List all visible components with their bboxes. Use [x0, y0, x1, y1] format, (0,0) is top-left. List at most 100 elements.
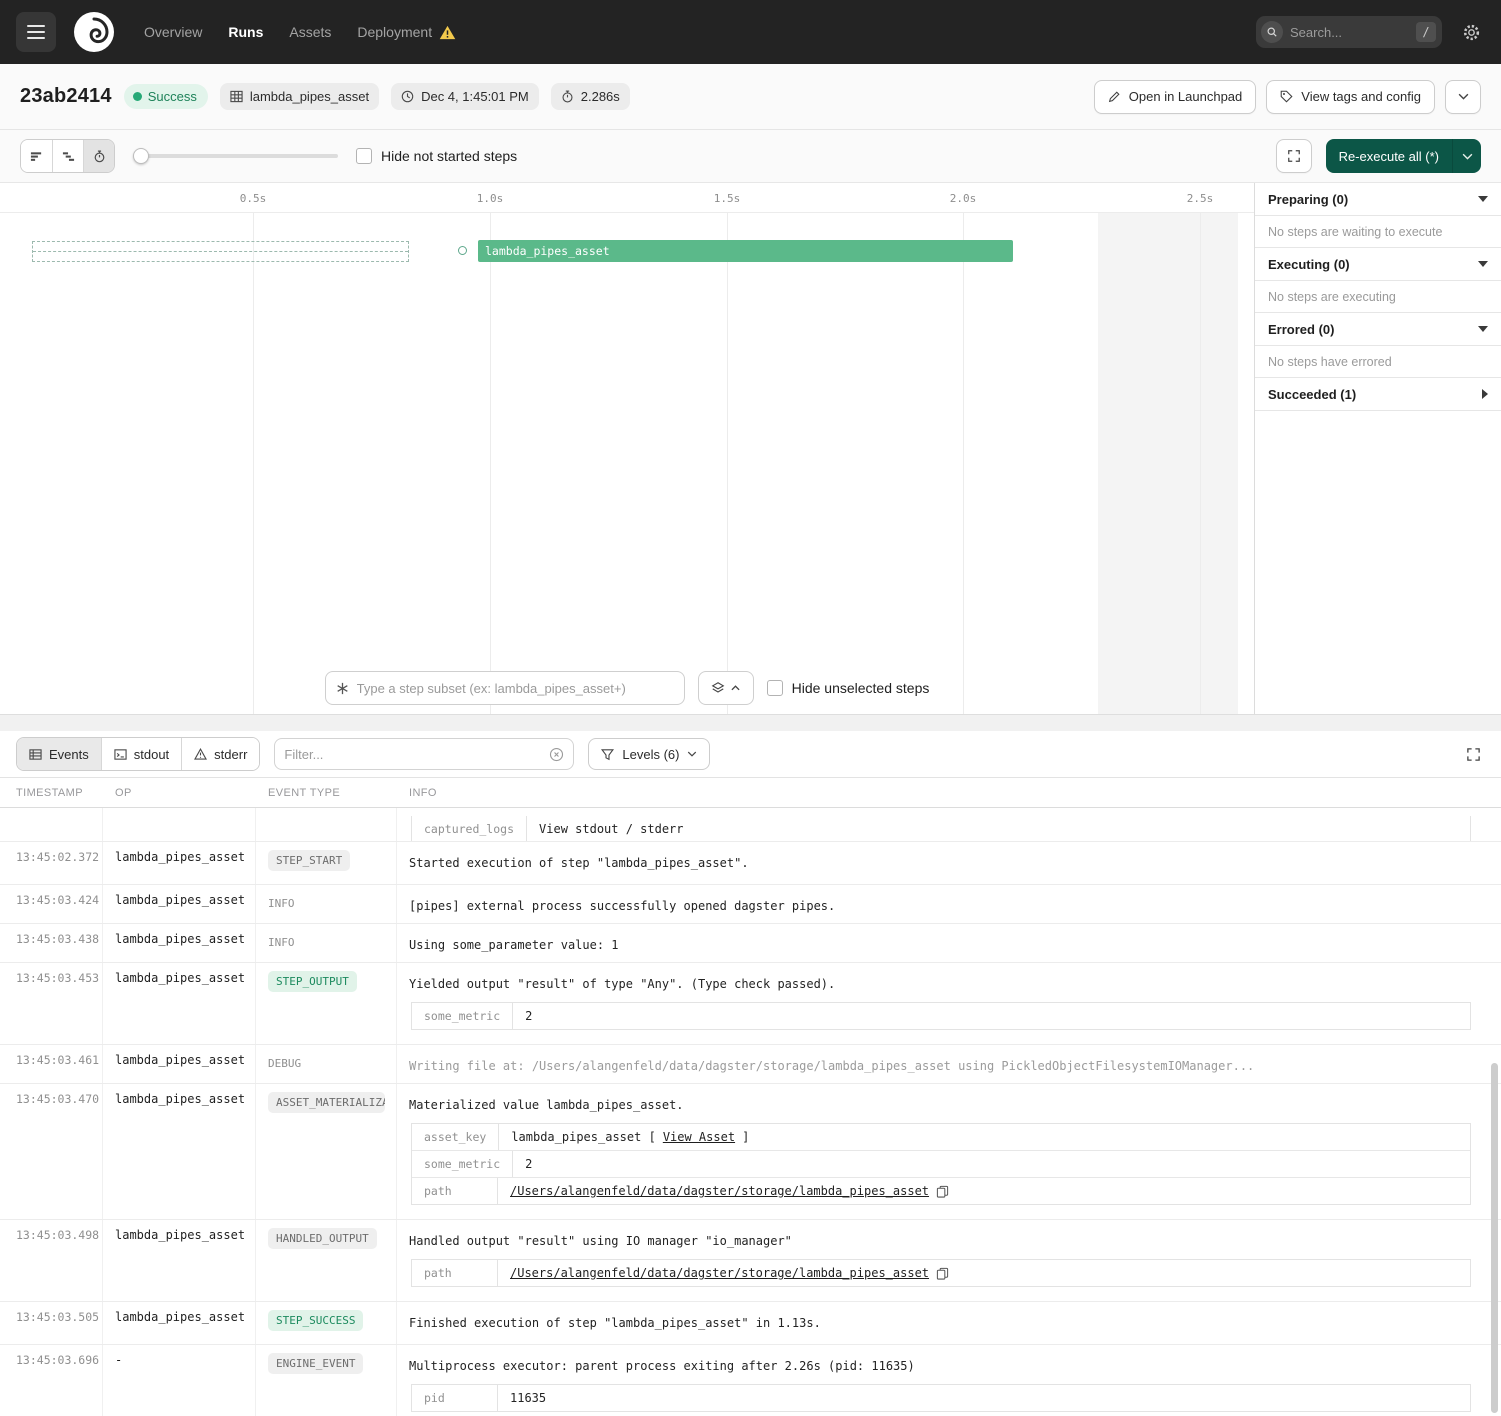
- timed-view-button[interactable]: [83, 140, 114, 172]
- gantt-fullscreen-button[interactable]: [1276, 139, 1312, 173]
- settings-button[interactable]: [1458, 19, 1485, 46]
- axis-tick: 2.5s: [1187, 192, 1214, 205]
- panel-divider[interactable]: [0, 715, 1501, 731]
- run-status-side-panel: Preparing (0) No steps are waiting to ex…: [1254, 183, 1501, 714]
- dagster-logo[interactable]: [74, 12, 114, 52]
- log-row[interactable]: 13:45:03.461lambda_pipes_assetDEBUGWriti…: [0, 1045, 1501, 1084]
- log-row[interactable]: 13:45:03.470lambda_pipes_assetASSET_MATE…: [0, 1084, 1501, 1220]
- reexecute-dropdown-button[interactable]: [1452, 139, 1481, 173]
- log-fullscreen-button[interactable]: [1462, 743, 1485, 766]
- log-row[interactable]: 13:45:03.438lambda_pipes_assetINFOUsing …: [0, 924, 1501, 963]
- log-row[interactable]: 13:45:03.453lambda_pipes_assetSTEP_OUTPU…: [0, 963, 1501, 1045]
- step-bar[interactable]: lambda_pipes_asset: [478, 240, 1013, 262]
- levels-dropdown-button[interactable]: Levels (6): [588, 738, 710, 770]
- column-header-op: OP: [103, 778, 256, 807]
- hide-unselected-checkbox[interactable]: Hide unselected steps: [767, 680, 930, 696]
- log-panel: Events stdout stderr Levels: [0, 731, 1501, 1416]
- job-chip[interactable]: lambda_pipes_asset: [220, 83, 379, 110]
- log-info: Started execution of step "lambda_pipes_…: [397, 842, 1501, 884]
- tab-stderr[interactable]: stderr: [181, 738, 259, 770]
- column-header-timestamp: TIMESTAMP: [0, 778, 103, 807]
- waterfall-view-icon: [62, 150, 75, 163]
- log-row[interactable]: 13:45:02.372lambda_pipes_assetSTEP_START…: [0, 842, 1501, 885]
- log-row[interactable]: 13:45:03.696-ENGINE_EVENTMultiprocess ex…: [0, 1345, 1501, 1416]
- metadata-value: /Users/alangenfeld/data/dagster/storage/…: [498, 1178, 961, 1204]
- event-type-badge: ENGINE_EVENT: [268, 1353, 363, 1374]
- vertical-scrollbar[interactable]: [1491, 1063, 1498, 1413]
- nav-item-deployment[interactable]: Deployment: [357, 24, 456, 40]
- log-filter-box[interactable]: [274, 738, 574, 770]
- hide-not-started-checkbox[interactable]: Hide not started steps: [356, 148, 517, 164]
- path-link[interactable]: /Users/alangenfeld/data/dagster/storage/…: [510, 1266, 929, 1280]
- log-row[interactable]: 13:45:03.505lambda_pipes_assetSTEP_SUCCE…: [0, 1302, 1501, 1345]
- log-timestamp: 13:45:03.696: [0, 1345, 103, 1416]
- metadata-table: asset_keylambda_pipes_asset [View Asset]…: [411, 1123, 1471, 1205]
- reexecute-all-button[interactable]: Re-execute all (*): [1326, 139, 1452, 173]
- log-event-type: ASSET_MATERIALIZAT…: [256, 1084, 397, 1219]
- log-timestamp: [0, 808, 103, 842]
- global-search[interactable]: /: [1256, 16, 1442, 48]
- tab-events[interactable]: Events: [17, 738, 101, 770]
- step-start-marker: [458, 246, 467, 255]
- zoom-slider[interactable]: [133, 146, 338, 166]
- search-input[interactable]: [1290, 25, 1409, 40]
- graph-query-toggle-button[interactable]: [698, 671, 754, 705]
- section-empty-text: No steps have errored: [1255, 346, 1501, 378]
- metadata-row: some_metric2: [412, 1150, 1470, 1177]
- log-info: [pipes] external process successfully op…: [397, 885, 1501, 923]
- flat-view-button[interactable]: [21, 140, 52, 172]
- funnel-icon: [601, 748, 614, 761]
- menu-button[interactable]: [16, 12, 56, 52]
- nav-item-overview[interactable]: Overview: [144, 24, 202, 40]
- gantt-canvas[interactable]: lambda_pipes_asset Hide unselected steps: [0, 213, 1254, 714]
- log-op: lambda_pipes_asset: [103, 1302, 256, 1344]
- nav-item-assets[interactable]: Assets: [289, 24, 331, 40]
- run-actions-dropdown-button[interactable]: [1445, 80, 1481, 114]
- metadata-key: some_metric: [412, 1151, 513, 1177]
- zoom-slider-thumb[interactable]: [133, 148, 149, 164]
- log-row[interactable]: 13:45:03.424lambda_pipes_assetINFO[pipes…: [0, 885, 1501, 924]
- gridline: [253, 213, 254, 714]
- nav-item-runs[interactable]: Runs: [228, 24, 263, 40]
- pencil-icon: [1108, 90, 1121, 103]
- log-event-type: [256, 808, 397, 842]
- top-nav: Overview Runs Assets Deployment /: [0, 0, 1501, 64]
- metadata-value: View stdout / stderr: [527, 816, 696, 842]
- metadata-row: some_metric2: [412, 1003, 1470, 1029]
- search-shortcut-key: /: [1416, 22, 1436, 42]
- waterfall-view-button[interactable]: [52, 140, 83, 172]
- tab-stdout[interactable]: stdout: [101, 738, 181, 770]
- section-errored[interactable]: Errored (0): [1255, 313, 1501, 346]
- metadata-key: captured_logs: [412, 816, 527, 842]
- view-asset-link[interactable]: View Asset: [663, 1130, 735, 1144]
- log-timestamp: 13:45:03.470: [0, 1084, 103, 1219]
- zoom-slider-track: [141, 154, 338, 158]
- copy-icon[interactable]: [936, 1185, 949, 1198]
- view-tags-config-button[interactable]: View tags and config: [1266, 80, 1435, 114]
- path-link[interactable]: /Users/alangenfeld/data/dagster/storage/…: [510, 1184, 929, 1198]
- alert-triangle-icon: [194, 748, 207, 760]
- hide-not-started-label: Hide not started steps: [381, 148, 517, 164]
- section-executing[interactable]: Executing (0): [1255, 248, 1501, 281]
- metadata-value: lambda_pipes_asset [View Asset]: [499, 1124, 761, 1150]
- clear-filter-icon[interactable]: [549, 747, 564, 762]
- step-subset-input[interactable]: [357, 681, 674, 696]
- metadata-value: 2: [513, 1003, 544, 1029]
- log-row[interactable]: captured_logsView stdout / stderr: [0, 808, 1501, 842]
- log-filter-input[interactable]: [284, 747, 541, 762]
- section-preparing[interactable]: Preparing (0): [1255, 183, 1501, 216]
- section-succeeded[interactable]: Succeeded (1): [1255, 378, 1501, 411]
- log-op: -: [103, 1345, 256, 1416]
- log-info: Materialized value lambda_pipes_asset.as…: [397, 1084, 1501, 1219]
- gridline: [727, 213, 728, 714]
- metadata-key: path: [412, 1178, 498, 1204]
- step-subset-box[interactable]: [325, 671, 685, 705]
- log-op: lambda_pipes_asset: [103, 885, 256, 923]
- open-in-launchpad-button[interactable]: Open in Launchpad: [1094, 80, 1256, 114]
- stopwatch-view-icon: [93, 150, 106, 163]
- metadata-value: /Users/alangenfeld/data/dagster/storage/…: [498, 1260, 961, 1286]
- copy-icon[interactable]: [936, 1267, 949, 1280]
- log-op: lambda_pipes_asset: [103, 1045, 256, 1083]
- log-row[interactable]: 13:45:03.498lambda_pipes_assetHANDLED_OU…: [0, 1220, 1501, 1302]
- log-info: Writing file at: /Users/alangenfeld/data…: [397, 1045, 1501, 1083]
